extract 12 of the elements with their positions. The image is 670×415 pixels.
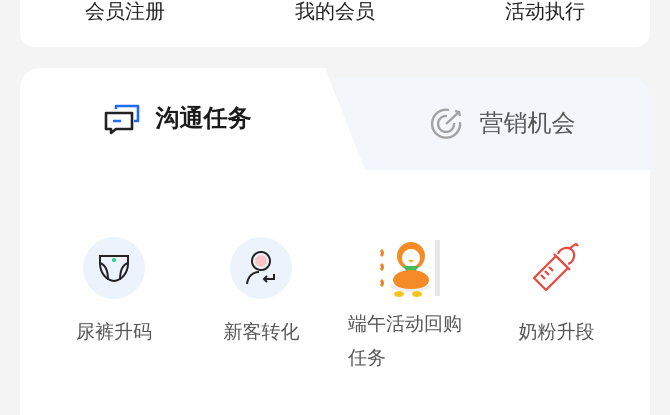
task-label[interactable]: 尿裤升码 bbox=[40, 316, 188, 350]
menu-item[interactable]: 会员注册 bbox=[85, 0, 165, 27]
task-label[interactable]: 奶粉升段 bbox=[482, 316, 630, 350]
chat-icon bbox=[104, 103, 140, 135]
diaper-icon bbox=[98, 253, 130, 283]
tab[interactable]: 沟通任务 bbox=[20, 68, 365, 170]
target-icon bbox=[430, 107, 464, 141]
task-label[interactable]: 端午活动回购任务 bbox=[348, 308, 470, 376]
menu-item[interactable]: 活动执行 bbox=[505, 0, 585, 27]
tab[interactable]: 营销机会 bbox=[335, 78, 650, 170]
menu-item[interactable]: 我的会员 bbox=[295, 0, 375, 27]
task-label[interactable]: 新客转化 bbox=[187, 316, 336, 350]
